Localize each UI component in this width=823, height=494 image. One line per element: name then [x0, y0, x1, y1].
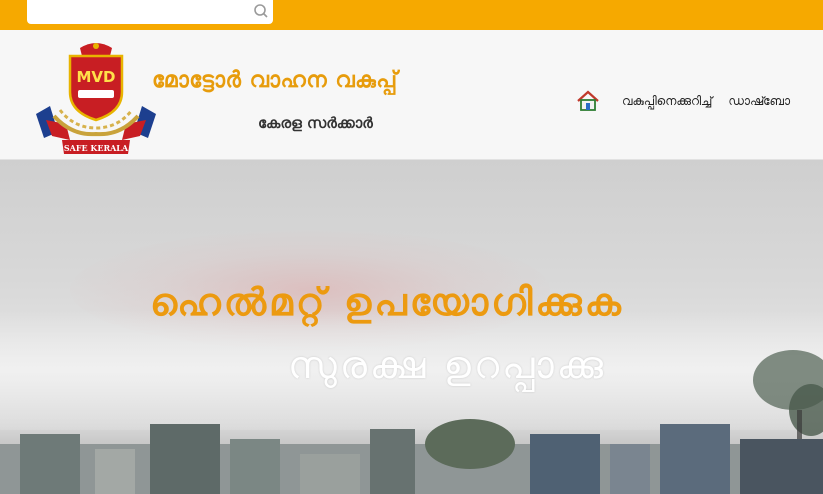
hero-banner: ഹെൽമറ്റ് ഉപയോഗിക്കുക സുരക്ഷ ഉറപ്പാക്കു	[0, 160, 823, 494]
top-bar	[0, 0, 823, 30]
main-nav: വകുപ്പിനെക്കുറിച്ച് ഡാഷ്ബോ	[576, 88, 806, 114]
home-icon[interactable]	[576, 89, 600, 113]
logo-text: MVD	[77, 68, 116, 86]
government-subtitle: കേരള സർക്കാർ	[258, 114, 373, 132]
city-skyline	[0, 419, 823, 494]
hero-headline: ഹെൽമറ്റ് ഉപയോഗിക്കുക	[150, 280, 624, 324]
department-title: മോട്ടോർ വാഹന വകുപ്പ്	[152, 68, 398, 93]
search-box[interactable]	[27, 0, 273, 24]
search-icon[interactable]	[252, 2, 270, 20]
hero-subheadline: സുരക്ഷ ഉറപ്പാക്കു	[288, 343, 607, 387]
nav-item-dashboard[interactable]: ഡാഷ്ബോ	[728, 94, 790, 109]
logo-ribbon-text: SAFE KERALA	[64, 143, 129, 153]
search-input[interactable]	[33, 2, 243, 22]
site-header: MVD SAFE KERALA മോട്ടോർ വാഹന വകുപ്പ് കേര…	[0, 30, 823, 160]
mvd-logo[interactable]: MVD SAFE KERALA	[32, 40, 160, 158]
nav-item-about[interactable]: വകുപ്പിനെക്കുറിച്ച്	[622, 94, 712, 109]
